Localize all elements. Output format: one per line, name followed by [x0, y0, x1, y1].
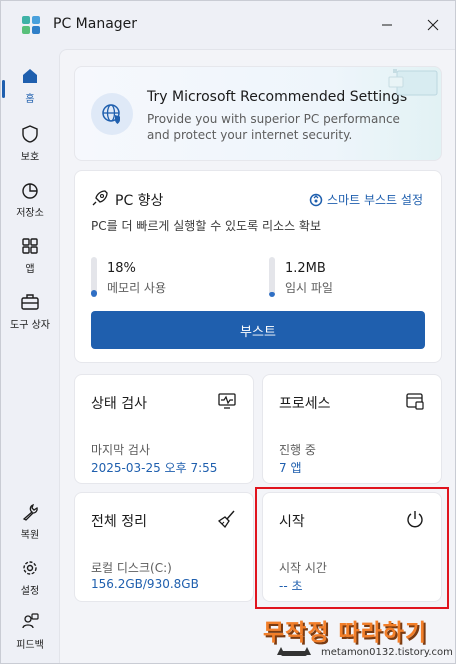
close-button[interactable]: [419, 11, 447, 39]
sidebar: 홈 보호 저장소 앱 도구 상자 복원 설정 피드백: [1, 49, 59, 663]
process-label: 진행 중: [279, 443, 316, 457]
minimize-button[interactable]: [373, 11, 401, 39]
main-content: Try Microsoft Recommended Settings Provi…: [59, 49, 455, 663]
process-tile[interactable]: 프로세스 진행 중 7 앱: [262, 374, 442, 484]
startup-label: 시작 시간: [279, 561, 327, 575]
process-value: 7 앱: [279, 461, 302, 475]
wrench-icon: [22, 503, 38, 521]
sidebar-item-label: 저장소: [16, 208, 44, 219]
pie-chart-icon: [22, 183, 38, 199]
feedback-icon: [22, 613, 39, 629]
full-cleanup-value: 156.2GB/930.8GB: [91, 577, 199, 591]
startup-value: -- 초: [279, 579, 303, 593]
sidebar-item-home[interactable]: 홈: [1, 63, 59, 113]
app-window: PC Manager 홈 보호 저장소 앱 도구 상자 복원 설정 피드백 Tr…: [0, 0, 456, 664]
process-title: 프로세스: [279, 396, 331, 412]
startup-tile[interactable]: 시작 시작 시간 -- 초: [262, 492, 442, 602]
gear-icon: [23, 561, 37, 575]
memory-usage-meter-fill: [91, 290, 97, 297]
watermark-title: 무작정 따라하기: [263, 620, 428, 646]
health-check-title: 상태 검사: [91, 396, 147, 412]
banner-description: Provide you with superior PC performance…: [147, 112, 400, 142]
boost-button[interactable]: 부스트: [91, 311, 425, 349]
temp-files-meter: [269, 257, 275, 297]
sidebar-item-label: 앱: [25, 264, 35, 275]
full-cleanup-tile[interactable]: 전체 정리 로컬 디스크(C:) 156.2GB/930.8GB: [74, 492, 254, 602]
temp-files-meter-fill: [269, 292, 275, 297]
sidebar-item-label: 피드백: [16, 640, 44, 651]
temp-files-label: 임시 파일: [285, 281, 333, 295]
apps-grid-icon: [22, 238, 38, 254]
sidebar-item-storage[interactable]: 저장소: [1, 177, 59, 227]
cat-mascot-icon: [277, 647, 311, 656]
home-icon: [23, 69, 37, 83]
startup-title: 시작: [279, 514, 305, 530]
shield-icon: [22, 125, 38, 143]
pc-manager-logo-icon: [22, 16, 40, 34]
sidebar-item-restore[interactable]: 복원: [1, 499, 59, 549]
sidebar-item-label: 보호: [20, 152, 40, 163]
health-check-value: 2025-03-25 오후 7:55: [91, 461, 218, 475]
window-title: PC Manager: [53, 16, 138, 32]
globe-shield-icon: [91, 93, 133, 135]
memory-usage-label: 메모리 사용: [107, 281, 167, 295]
health-check-tile[interactable]: 상태 검사 마지막 검사 2025-03-25 오후 7:55: [74, 374, 254, 484]
memory-usage-value: 18%: [107, 261, 136, 276]
smart-boost-settings-link[interactable]: 스마트 부스트 설정: [309, 191, 423, 208]
recommended-settings-banner[interactable]: Try Microsoft Recommended Settings Provi…: [74, 66, 442, 161]
sidebar-item-label: 도구 상자: [10, 320, 50, 331]
sidebar-item-label: 홈: [25, 94, 35, 105]
boost-title: PC 향상: [115, 193, 164, 209]
power-icon: [407, 511, 423, 528]
memory-usage-meter: [91, 257, 97, 297]
pc-boost-card: PC 향상 스마트 부스트 설정 PC를 더 빠르게 실행할 수 있도록 리소스…: [74, 170, 442, 363]
sidebar-item-feedback[interactable]: 피드백: [1, 609, 59, 659]
health-check-label: 마지막 검사: [91, 443, 151, 457]
sidebar-item-protection[interactable]: 보호: [1, 121, 59, 171]
sidebar-item-label: 설정: [20, 586, 40, 597]
minimize-icon: [382, 24, 392, 26]
full-cleanup-label: 로컬 디스크(C:): [91, 561, 172, 575]
full-cleanup-title: 전체 정리: [91, 514, 147, 530]
banner-title: Try Microsoft Recommended Settings: [147, 89, 408, 105]
boost-subtitle: PC를 더 빠르게 실행할 수 있도록 리소스 확보: [91, 219, 321, 233]
smart-boost-icon: [309, 193, 323, 206]
sidebar-item-label: 복원: [20, 530, 40, 541]
sidebar-item-settings[interactable]: 설정: [1, 555, 59, 605]
smart-boost-settings-label: 스마트 부스트 설정: [327, 193, 423, 207]
health-monitor-icon: [218, 393, 236, 409]
broom-icon: [217, 510, 235, 529]
sidebar-item-apps[interactable]: 앱: [1, 233, 59, 283]
title-bar: PC Manager: [1, 1, 455, 49]
rocket-icon: [92, 190, 108, 206]
toolbox-icon: [21, 294, 39, 310]
sidebar-item-toolbox[interactable]: 도구 상자: [1, 289, 59, 339]
temp-files-value: 1.2MB: [285, 261, 326, 276]
watermark-url: metamon0132.tistory.com: [321, 647, 453, 658]
close-icon: [427, 19, 439, 31]
process-window-icon: [406, 393, 424, 410]
banner-illustration: [388, 69, 438, 96]
active-indicator: [2, 80, 5, 98]
